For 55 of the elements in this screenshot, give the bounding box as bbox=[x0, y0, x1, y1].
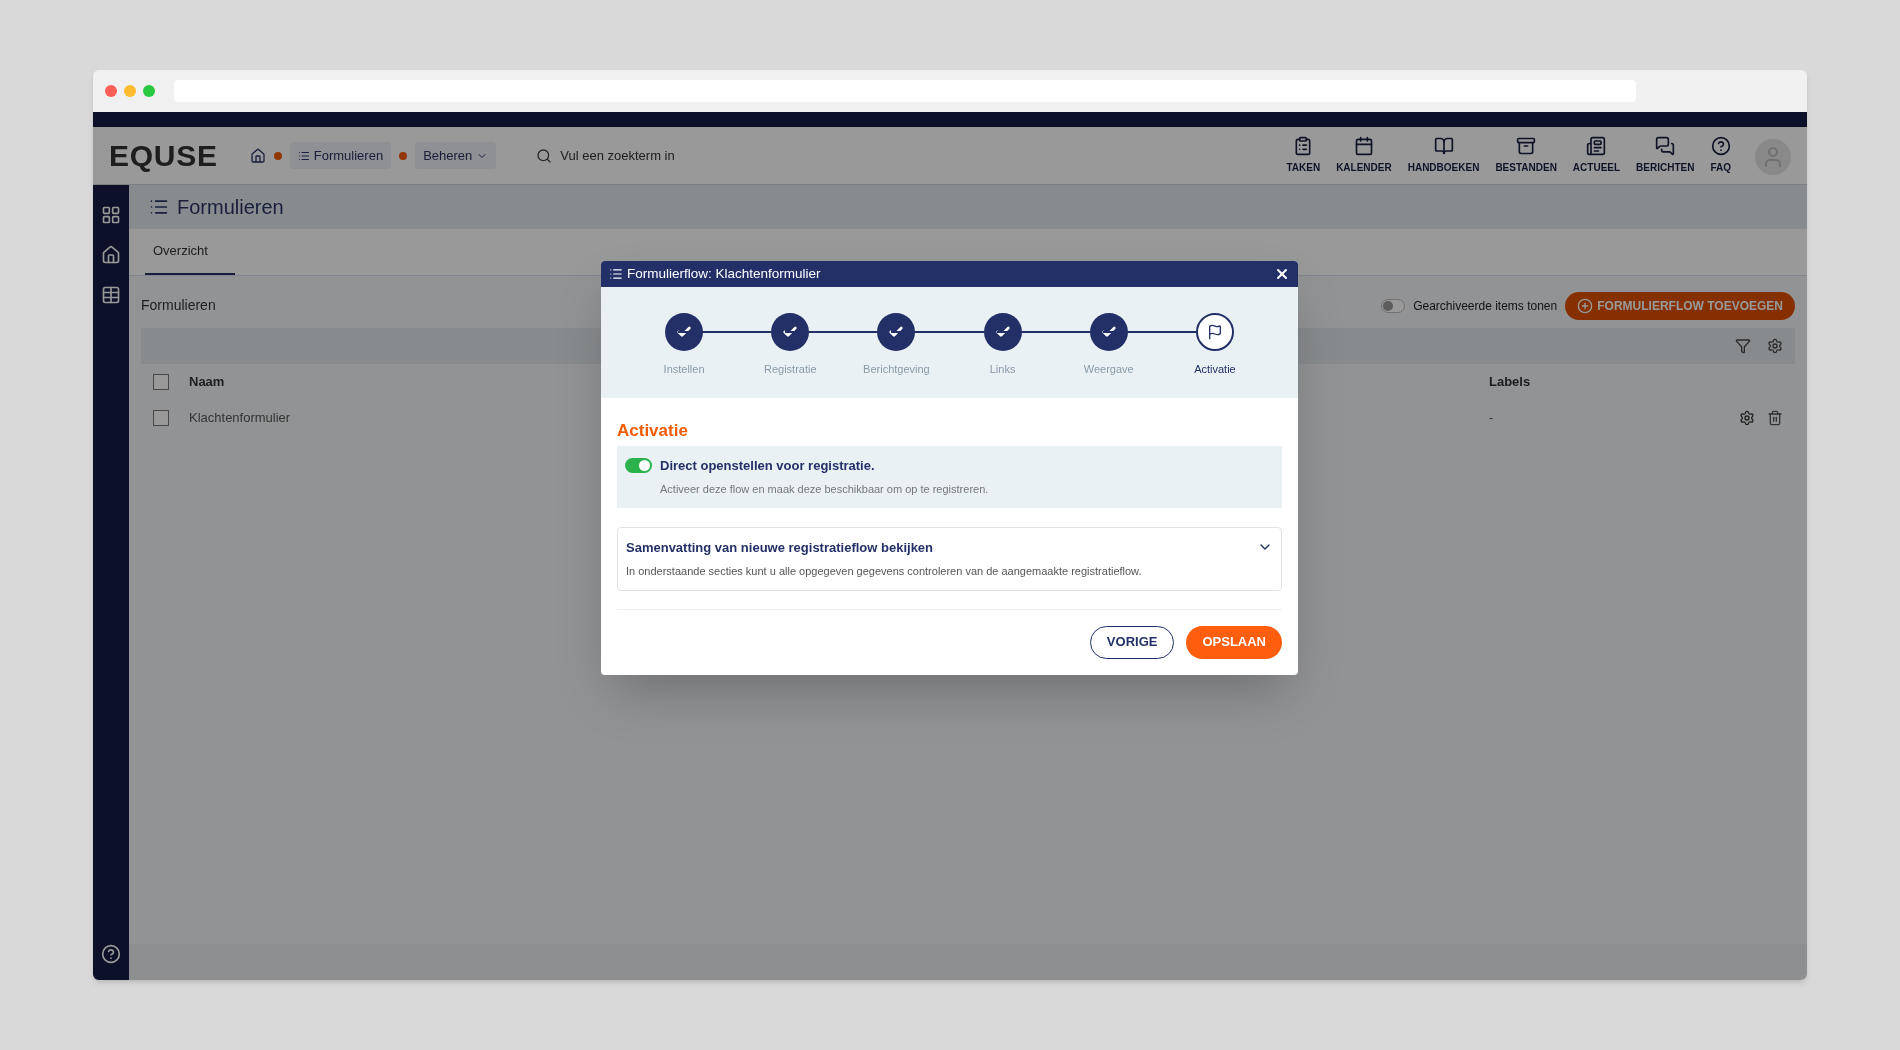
breadcrumb-link[interactable]: Beheren bbox=[415, 141, 497, 170]
help-icon[interactable] bbox=[101, 944, 121, 964]
toggle-label: Direct openstellen voor registratie. bbox=[660, 456, 876, 475]
nav-item[interactable]: TAKEN bbox=[1286, 136, 1321, 175]
search-icon bbox=[536, 147, 553, 164]
toggle-description: Activeer deze flow en maak deze beschikbaar om op te registreren. bbox=[660, 482, 989, 497]
archive-icon bbox=[1516, 136, 1537, 156]
step-label[interactable]: Activatie bbox=[1194, 361, 1236, 378]
previous-button[interactable]: VORIGE bbox=[1089, 625, 1175, 659]
home-icon[interactable] bbox=[101, 245, 121, 265]
summary-description: In onderstaande secties kunt u alle opgegeven gegevens controleren van de aangemaakte registratieflow. bbox=[626, 564, 1143, 579]
add-button[interactable]: FORMULIERFLOW TOEVOEGEN bbox=[1565, 291, 1795, 320]
card-title: Formulieren bbox=[141, 296, 216, 315]
calendar-icon bbox=[1353, 136, 1374, 156]
help-icon bbox=[1710, 136, 1731, 156]
nav-item[interactable]: KALENDER bbox=[1336, 136, 1392, 175]
book-icon bbox=[1433, 136, 1454, 156]
chat-icon bbox=[1655, 136, 1676, 156]
summary-accordion[interactable]: Samenvatting van nieuwe registratieflow bekijken In onderstaande secties kunt u alle opgegeven gegevens controleren van de aangemaakte registratieflow. bbox=[617, 526, 1282, 591]
tab[interactable]: Overzicht bbox=[145, 229, 235, 275]
logo: EQUSE bbox=[109, 138, 218, 174]
trash-icon[interactable] bbox=[1767, 409, 1783, 426]
list-icon bbox=[609, 267, 623, 281]
nav-item[interactable]: ACTUEEL bbox=[1572, 136, 1621, 175]
nav-item[interactable]: BERICHTEN bbox=[1636, 136, 1695, 175]
page-title: Formulieren bbox=[177, 195, 284, 220]
checkbox[interactable] bbox=[153, 409, 169, 426]
breadcrumb-link[interactable]: Formulieren bbox=[289, 141, 392, 170]
save-button[interactable]: OPSLAAN bbox=[1186, 625, 1282, 659]
table-cell-text: - bbox=[1489, 408, 1494, 427]
table-cell-text: Klachtenformulier bbox=[189, 408, 292, 427]
close-button[interactable] bbox=[1274, 266, 1290, 282]
table-icon[interactable] bbox=[101, 285, 121, 305]
toggle-switch[interactable] bbox=[625, 457, 652, 473]
newspaper-icon bbox=[1586, 136, 1607, 156]
archived-toggle[interactable] bbox=[1381, 298, 1406, 313]
toggle-label: Gearchiveerde items tonen bbox=[1413, 297, 1558, 315]
nav-item[interactable]: FAQ bbox=[1710, 136, 1731, 175]
column-header[interactable]: Labels bbox=[1489, 371, 1531, 392]
search-field[interactable]: Vul een zoekterm in bbox=[560, 145, 821, 166]
list-icon bbox=[149, 197, 169, 217]
nav-item[interactable]: BESTANDEN bbox=[1495, 136, 1557, 175]
checkbox[interactable] bbox=[153, 373, 169, 390]
clipboard-icon bbox=[1293, 136, 1314, 156]
list-icon bbox=[297, 149, 310, 162]
summary-title: Samenvatting van nieuwe registratieflow bekijken bbox=[626, 538, 934, 557]
nav-item[interactable]: HANDBOEKEN bbox=[1407, 136, 1480, 175]
section-title: Activatie bbox=[617, 420, 689, 442]
settings-icon[interactable] bbox=[1739, 409, 1755, 426]
settings-icon[interactable] bbox=[1767, 337, 1783, 354]
home-icon[interactable] bbox=[249, 147, 266, 164]
filter-icon[interactable] bbox=[1735, 337, 1751, 354]
plus-icon bbox=[1577, 297, 1594, 314]
grid-icon[interactable] bbox=[101, 205, 121, 225]
modal-title: Formulierflow: Klachtenformulier bbox=[627, 264, 821, 283]
